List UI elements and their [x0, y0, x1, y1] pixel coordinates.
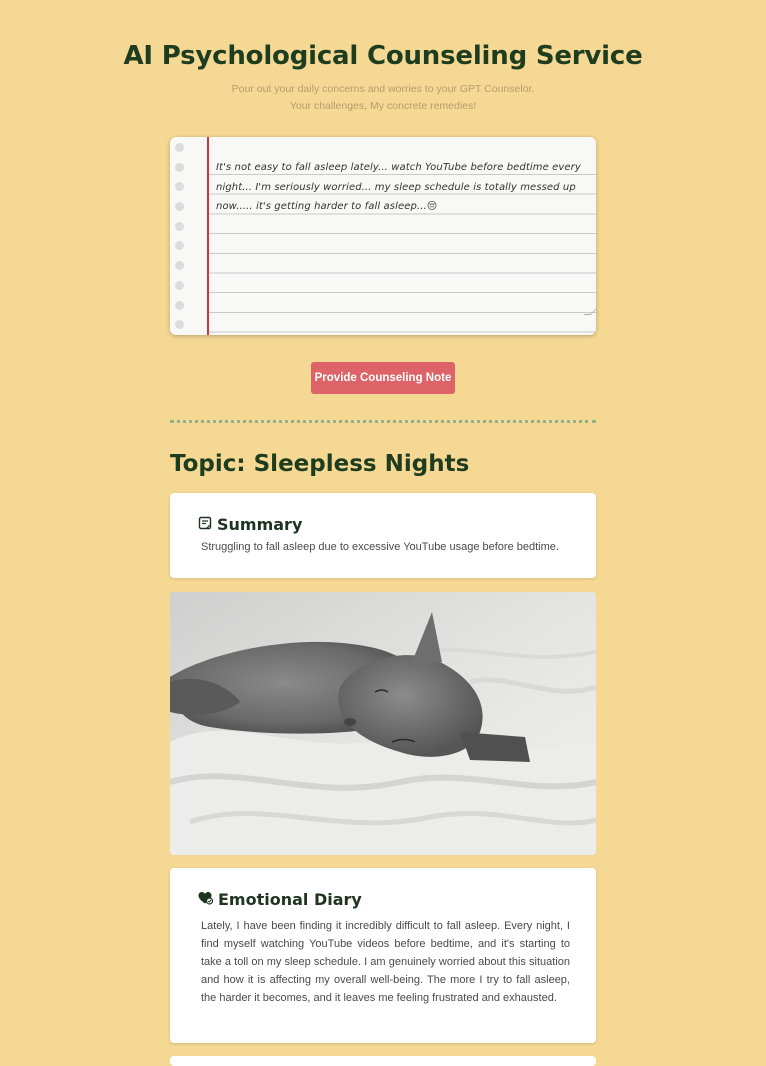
page-title: AI Psychological Counseling Service — [123, 41, 643, 71]
sleeping-cat-image — [170, 592, 596, 855]
summary-card: Summary Struggling to fall asleep due to… — [170, 493, 596, 578]
concern-textarea[interactable]: It's not easy to fall asleep lately... w… — [170, 137, 596, 335]
summary-title: Summary — [217, 515, 303, 534]
heart-icon — [198, 890, 214, 909]
diary-title: Emotional Diary — [218, 890, 362, 909]
diary-card-header: Emotional Diary — [198, 890, 570, 909]
subtitle-line-1: Pour out your daily concerns and worries… — [231, 83, 535, 95]
page-header: AI Psychological Counseling Service Pour… — [0, 0, 766, 115]
notebook-holes — [175, 143, 185, 335]
section-divider — [170, 420, 596, 423]
notebook-hole — [175, 221, 184, 231]
notebook-hole — [175, 241, 184, 251]
note-icon — [198, 515, 212, 534]
notebook-hole — [175, 280, 184, 290]
notebook-hole — [175, 162, 184, 172]
notebook-hole — [175, 320, 184, 330]
diary-text: Lately, I have been finding it incredibl… — [201, 920, 570, 1004]
subtitle-line-2: Your challenges, My concrete remedies! — [289, 100, 477, 112]
page: AI Psychological Counseling Service Pour… — [0, 0, 766, 1066]
concern-text[interactable]: It's not easy to fall asleep lately... w… — [216, 158, 592, 217]
provide-counseling-note-button[interactable]: Provide Counseling Note — [311, 362, 455, 394]
notebook-hole — [175, 300, 184, 310]
summary-card-header: Summary — [198, 515, 568, 534]
notebook-hole — [175, 143, 184, 152]
notebook-hole — [175, 182, 184, 192]
page-subtitle: Pour out your daily concerns and worries… — [0, 81, 766, 115]
summary-text: Struggling to fall asleep due to excessi… — [201, 541, 559, 553]
topic-heading: Topic: Sleepless Nights — [170, 451, 470, 477]
notebook-hole — [175, 261, 184, 271]
notebook-hole — [175, 202, 184, 212]
emotional-diary-card: Emotional Diary Lately, I have been find… — [170, 868, 596, 1043]
